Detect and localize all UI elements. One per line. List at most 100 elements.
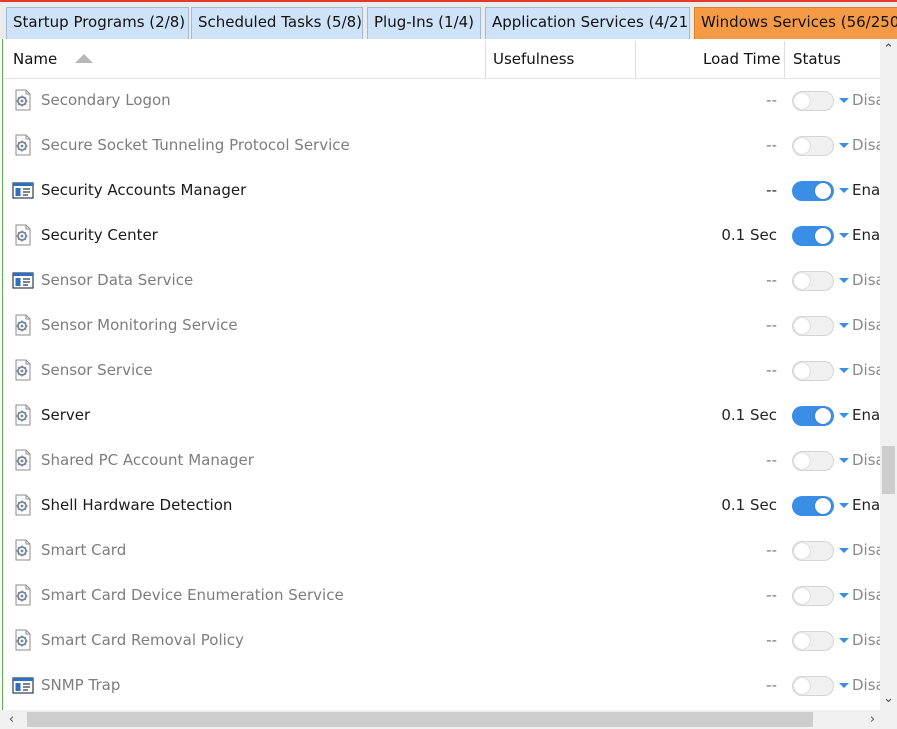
service-row[interactable]: SNMP Trap -- Disabled [3, 663, 883, 708]
service-name: Shell Hardware Detection [41, 496, 233, 514]
service-row[interactable]: Server 0.1 Sec Enabled [3, 393, 883, 438]
grid-header: Name Usefulness Load Time Status [3, 39, 897, 79]
status-toggle[interactable] [792, 226, 834, 246]
service-gear-icon [12, 449, 34, 471]
status-label: Enabled [852, 406, 883, 424]
load-time-value: -- [766, 136, 777, 154]
service-name: Sensor Service [41, 361, 153, 379]
status-dropdown-icon[interactable] [839, 548, 849, 553]
status-dropdown-icon[interactable] [839, 413, 849, 418]
service-row[interactable]: Sensor Service -- Disabled [3, 348, 883, 393]
tab-scheduled-tasks[interactable]: Scheduled Tasks (5/8) [191, 7, 363, 39]
toggle-knob [815, 408, 831, 424]
service-gear-icon [12, 134, 34, 156]
status-toggle[interactable] [792, 136, 834, 156]
status-toggle[interactable] [792, 316, 834, 336]
status-dropdown-icon[interactable] [839, 368, 849, 373]
status-toggle[interactable] [792, 451, 834, 471]
horizontal-scroll-thumb[interactable] [27, 712, 813, 727]
service-row[interactable]: Smart Card -- Disabled [3, 528, 883, 573]
column-divider[interactable] [784, 41, 785, 78]
status-label: Disabled [852, 631, 883, 649]
status-toggle[interactable] [792, 181, 834, 201]
service-row[interactable]: Secondary Logon -- Disabled [3, 78, 883, 123]
status-toggle[interactable] [792, 91, 834, 111]
status-toggle[interactable] [792, 586, 834, 606]
column-header-status[interactable]: Status [793, 39, 841, 78]
status-dropdown-icon[interactable] [839, 593, 849, 598]
service-row[interactable]: Sensor Monitoring Service -- Disabled [3, 303, 883, 348]
load-time-value: 0.1 Sec [721, 496, 777, 514]
status-toggle[interactable] [792, 361, 834, 381]
service-window-icon [12, 269, 34, 291]
status-dropdown-icon[interactable] [839, 458, 849, 463]
scroll-right-icon[interactable]: › [863, 710, 882, 729]
status-dropdown-icon[interactable] [839, 323, 849, 328]
status-toggle[interactable] [792, 631, 834, 651]
service-row[interactable]: Shell Hardware Detection 0.1 Sec Enabled [3, 483, 883, 528]
service-row[interactable]: Security Accounts Manager -- Enabled [3, 168, 883, 213]
service-gear-icon [12, 494, 34, 516]
service-row[interactable]: Smart Card Device Enumeration Service -- D… [3, 573, 883, 618]
service-list: Secondary Logon--DisabledSecure Socket T… [3, 78, 883, 708]
tab-windows-services[interactable]: Windows Services (56/250) [694, 7, 897, 39]
status-toggle[interactable] [792, 406, 834, 426]
column-divider[interactable] [635, 41, 636, 78]
status-toggle[interactable] [792, 541, 834, 561]
service-name: Smart Card Removal Policy [41, 631, 244, 649]
tab-startup-programs[interactable]: Startup Programs (2/8) [6, 7, 189, 39]
load-time-value: -- [766, 181, 777, 199]
service-name: Smart Card [41, 541, 127, 559]
status-toggle[interactable] [792, 676, 834, 696]
scroll-up-icon[interactable]: ⌃ [880, 41, 897, 58]
service-name: SNMP Trap [41, 676, 121, 694]
service-gear-icon [12, 404, 34, 426]
status-toggle[interactable] [792, 496, 834, 516]
service-row[interactable]: Secure Socket Tunneling Protocol Service… [3, 123, 883, 168]
service-name: Secure Socket Tunneling Protocol Service [41, 136, 350, 154]
service-name: Security Center [41, 226, 158, 244]
load-time-value: 0.1 Sec [721, 406, 777, 424]
status-label: Disabled [852, 676, 883, 694]
column-header-usefulness[interactable]: Usefulness [493, 39, 574, 78]
status-dropdown-icon[interactable] [839, 98, 849, 103]
toggle-knob [794, 633, 810, 649]
status-dropdown-icon[interactable] [839, 638, 849, 643]
vertical-scroll-thumb[interactable] [882, 446, 895, 494]
scroll-down-icon[interactable]: ⌄ [880, 690, 897, 707]
load-time-value: -- [766, 271, 777, 289]
status-label: Enabled [852, 226, 883, 244]
tab-bar: Startup Programs (2/8) Scheduled Tasks (… [0, 0, 897, 39]
tab-plug-ins[interactable]: Plug-Ins (1/4) [367, 7, 481, 39]
status-dropdown-icon[interactable] [839, 278, 849, 283]
toggle-knob [815, 228, 831, 244]
service-row[interactable]: Sensor Data Service -- Disabled [3, 258, 883, 303]
status-toggle[interactable] [792, 271, 834, 291]
status-label: Disabled [852, 586, 883, 604]
status-dropdown-icon[interactable] [839, 233, 849, 238]
service-name: Server [41, 406, 91, 424]
column-header-name[interactable]: Name [13, 39, 57, 78]
service-row[interactable]: Shared PC Account Manager -- Disabled [3, 438, 883, 483]
toggle-knob [794, 273, 810, 289]
column-header-load-time[interactable]: Load Time [703, 39, 780, 78]
toggle-knob [794, 588, 810, 604]
service-gear-icon [12, 89, 34, 111]
load-time-value: -- [766, 586, 777, 604]
status-dropdown-icon[interactable] [839, 503, 849, 508]
service-row[interactable]: Security Center 0.1 Sec Enabled [3, 213, 883, 258]
tab-application-services[interactable]: Application Services (4/21) [485, 7, 690, 39]
service-row[interactable]: Smart Card Removal Policy -- Disabled [3, 618, 883, 663]
status-dropdown-icon[interactable] [839, 188, 849, 193]
status-dropdown-icon[interactable] [839, 683, 849, 688]
status-label: Disabled [852, 541, 883, 559]
status-label: Enabled [852, 496, 883, 514]
toggle-knob [794, 363, 810, 379]
status-label: Disabled [852, 316, 883, 334]
column-divider[interactable] [485, 41, 486, 78]
service-gear-icon [12, 584, 34, 606]
vertical-scrollbar[interactable] [880, 39, 897, 710]
status-dropdown-icon[interactable] [839, 143, 849, 148]
service-name: Sensor Monitoring Service [41, 316, 238, 334]
scroll-left-icon[interactable]: ‹ [2, 710, 21, 729]
